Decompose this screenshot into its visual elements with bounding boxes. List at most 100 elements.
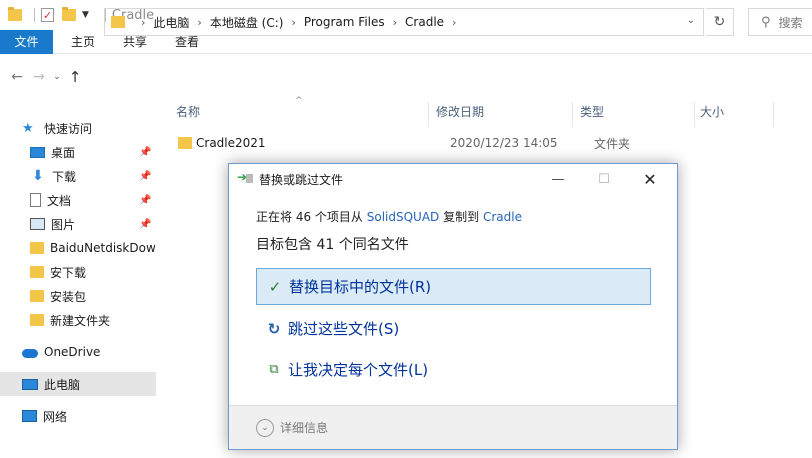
skip-files-option[interactable]: ↻ 跳过这些文件(S)	[256, 310, 651, 347]
option-label: 跳过这些文件(S)	[288, 320, 400, 338]
sort-ascending-icon: ^	[295, 96, 303, 106]
folder-icon	[30, 290, 44, 302]
destination-folder-link[interactable]: Cradle	[483, 210, 522, 224]
sidebar-item-label: 安下载	[50, 265, 87, 280]
chevron-right-icon[interactable]: ›	[393, 16, 397, 29]
chevron-right-icon[interactable]: ›	[452, 16, 456, 29]
skip-icon: ↻	[267, 319, 281, 338]
quick-access-dropdown-icon[interactable]: ▼	[82, 10, 89, 20]
folder-icon	[30, 314, 44, 326]
folder-icon	[111, 16, 125, 28]
sidebar-item-label: 新建文件夹	[50, 313, 111, 328]
checkmark-icon: ✓	[268, 277, 282, 296]
details-label: 详细信息	[280, 421, 329, 435]
details-toggle[interactable]: ⌄ 详细信息	[229, 405, 677, 449]
status-mid: 复制到	[443, 210, 480, 224]
sidebar-item-label: OneDrive	[44, 345, 101, 359]
decide-icon: ⧉	[269, 362, 279, 377]
pin-icon[interactable]: 📌	[139, 171, 151, 182]
decide-each-file-option[interactable]: ⧉ 让我决定每个文件(L)	[256, 351, 651, 388]
pin-icon[interactable]: 📌	[139, 195, 151, 206]
navigation-pane: ★ 快速访问 桌面 📌 ⬇ 下载 📌 文档 📌 图片 📌 BaiduNetdis…	[0, 110, 156, 458]
close-button[interactable]: ✕	[627, 164, 673, 194]
column-divider[interactable]	[694, 102, 695, 127]
refresh-button[interactable]: ↻	[706, 8, 734, 36]
sidebar-item-label: 快速访问	[44, 121, 93, 136]
column-divider[interactable]	[572, 102, 573, 127]
search-input[interactable]: ⚲ 搜索	[748, 8, 812, 36]
chevron-right-icon[interactable]: ›	[197, 16, 201, 29]
tab-home[interactable]: 主页	[57, 30, 109, 54]
folder-icon	[8, 7, 22, 21]
desktop-icon	[30, 146, 45, 158]
sidebar-item-baidunetdisk[interactable]: BaiduNetdiskDow	[0, 236, 156, 260]
column-divider[interactable]	[773, 102, 774, 127]
back-arrow-icon[interactable]: ←	[6, 69, 28, 85]
sidebar-item-desktop[interactable]: 桌面 📌	[0, 140, 156, 164]
breadcrumb-program-files[interactable]: Program Files	[304, 15, 385, 29]
navigation-bar: ← → ⌄ ↑	[0, 55, 812, 99]
chevron-down-icon: ⌄	[256, 418, 274, 437]
option-label: 替换目标中的文件(R)	[289, 278, 432, 296]
picture-icon	[30, 218, 45, 230]
breadcrumb-cradle[interactable]: Cradle	[405, 15, 444, 29]
sidebar-item-label: 安装包	[50, 289, 87, 304]
column-header-size[interactable]: 大小	[700, 103, 724, 125]
address-dropdown-icon[interactable]: ⌄	[687, 15, 695, 26]
column-header-type[interactable]: 类型	[580, 103, 604, 125]
column-header-name[interactable]: 名称	[176, 103, 200, 125]
folder-icon	[178, 137, 192, 149]
replace-files-option[interactable]: ✓ 替换目标中的文件(R)	[256, 268, 651, 305]
star-icon: ★	[22, 120, 34, 136]
file-name: Cradle2021	[196, 136, 266, 150]
column-header-date[interactable]: 修改日期	[436, 103, 484, 125]
breadcrumb-local-disk[interactable]: 本地磁盘 (C:)	[210, 14, 284, 31]
status-prefix: 正在将 46 个项目从	[256, 210, 363, 224]
sidebar-item-this-pc[interactable]: 此电脑	[0, 372, 156, 396]
properties-icon[interactable]: ✓	[41, 8, 54, 22]
sidebar-item-label: BaiduNetdiskDow	[50, 241, 156, 255]
document-icon	[30, 193, 41, 207]
sidebar-item-new-folder[interactable]: 新建文件夹	[0, 308, 156, 332]
recent-locations-chevron-icon[interactable]: ⌄	[50, 72, 64, 82]
sidebar-item-label: 文档	[47, 193, 72, 208]
sidebar-item-network[interactable]: 网络	[0, 404, 156, 428]
sidebar-item-install-packages[interactable]: 安装包	[0, 284, 156, 308]
up-arrow-icon[interactable]: ↑	[64, 68, 86, 86]
tab-file[interactable]: 文件	[0, 30, 53, 54]
sidebar-item-label: 下载	[52, 169, 77, 184]
divider	[34, 8, 35, 22]
refresh-icon: ↻	[713, 14, 726, 30]
file-modified-date: 2020/12/23 14:05	[450, 136, 558, 150]
maximize-button[interactable]: ☐	[581, 164, 627, 194]
sidebar-item-onedrive[interactable]: OneDrive	[0, 340, 156, 364]
minimize-button[interactable]: —	[535, 164, 581, 194]
chevron-right-icon[interactable]: ›	[141, 16, 145, 29]
sidebar-item-documents[interactable]: 文档 📌	[0, 188, 156, 212]
pin-icon[interactable]: 📌	[139, 219, 151, 230]
address-bar[interactable]: › 此电脑 › 本地磁盘 (C:) › Program Files › Crad…	[104, 8, 704, 36]
folder-icon	[30, 266, 44, 278]
sidebar-item-anxiazai[interactable]: 安下载	[0, 260, 156, 284]
download-icon: ⬇	[32, 167, 44, 184]
sidebar-item-quick-access[interactable]: ★ 快速访问	[0, 116, 156, 140]
source-folder-link[interactable]: SolidSQUAD	[367, 210, 440, 224]
dialog-title-bar: 替换或跳过文件 — ☐ ✕	[229, 164, 677, 194]
breadcrumb-this-pc[interactable]: 此电脑	[153, 14, 189, 31]
replace-or-skip-dialog: 替换或跳过文件 — ☐ ✕ 正在将 46 个项目从 SolidSQUAD 复制到…	[228, 163, 678, 450]
sidebar-item-label: 此电脑	[44, 377, 81, 392]
forward-arrow-icon[interactable]: →	[28, 69, 50, 85]
chevron-right-icon[interactable]: ›	[291, 16, 295, 29]
sidebar-item-pictures[interactable]: 图片 📌	[0, 212, 156, 236]
table-row[interactable]: Cradle2021 2020/12/23 14:05 文件夹	[170, 132, 730, 154]
copy-files-icon	[237, 170, 253, 184]
new-folder-icon[interactable]	[62, 7, 76, 21]
dialog-title: 替换或跳过文件	[259, 172, 344, 187]
option-label: 让我决定每个文件(L)	[288, 361, 429, 379]
search-icon: ⚲	[761, 14, 771, 30]
pin-icon[interactable]: 📌	[139, 147, 151, 158]
conflict-heading: 目标包含 41 个同名文件	[256, 237, 409, 253]
sidebar-item-downloads[interactable]: ⬇ 下载 📌	[0, 164, 156, 188]
column-divider[interactable]	[428, 102, 429, 127]
search-placeholder: 搜索	[778, 15, 803, 30]
